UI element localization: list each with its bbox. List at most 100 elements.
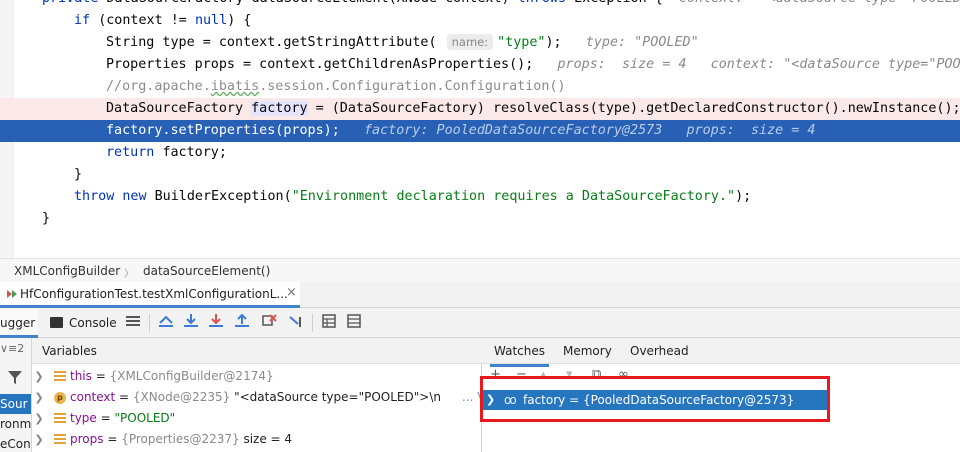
variable-type: {Properties@2237} bbox=[121, 432, 240, 446]
run-to-cursor-icon[interactable] bbox=[287, 314, 305, 332]
breadcrumb-class[interactable]: XMLConfigBuilder bbox=[14, 264, 120, 278]
code-line[interactable]: factory.setProperties(props); factory: P… bbox=[0, 120, 960, 142]
code-line[interactable]: } bbox=[0, 208, 960, 230]
run-config-tab[interactable]: HfConfigurationTest.testXmlConfiguration… bbox=[0, 282, 300, 308]
code-token: } bbox=[74, 167, 83, 182]
code-token: if bbox=[74, 13, 99, 28]
watches-tab-bar: Watches Memory Overhead bbox=[482, 338, 960, 367]
code-token: throw new bbox=[74, 189, 155, 204]
code-line[interactable]: return factory; bbox=[0, 142, 960, 164]
code-token: "Environment declaration requires a Data… bbox=[291, 189, 736, 204]
code-line[interactable]: if (context != null) { bbox=[0, 10, 960, 32]
variable-row[interactable]: ❯ p context = {XNode@2235} "<dataSource ty… bbox=[32, 387, 506, 408]
code-token: ibatis bbox=[210, 79, 260, 94]
variable-row[interactable]: ❯ props = {Properties@2237} size = 4 bbox=[32, 429, 482, 450]
code-token: (context != bbox=[98, 13, 195, 28]
code-token: ) { bbox=[227, 13, 252, 28]
menu-icon[interactable] bbox=[124, 314, 142, 332]
code-token: throws bbox=[518, 0, 574, 6]
trace-current-stream-icon[interactable] bbox=[345, 314, 363, 332]
frames-header[interactable]: ∨≡2 bbox=[0, 342, 24, 355]
expand-arrow-icon[interactable]: ❯ bbox=[32, 366, 46, 387]
code-line[interactable]: private DataSourceFactory dataSourceElem… bbox=[0, 0, 960, 10]
variables-header: Variables bbox=[32, 338, 482, 364]
code-token: return bbox=[106, 145, 163, 160]
run-config-label: HfConfigurationTest.testXmlConfiguration… bbox=[20, 287, 288, 301]
code-editor[interactable]: private DataSourceFactory dataSourceElem… bbox=[0, 0, 960, 258]
evaluate-expression-icon[interactable] bbox=[320, 314, 338, 332]
variable-text: type = "POOLED" bbox=[70, 408, 175, 429]
field-icon bbox=[54, 434, 66, 444]
tab-debugger-label: ugger bbox=[0, 316, 36, 330]
breadcrumb-method[interactable]: dataSourceElement() bbox=[143, 264, 270, 278]
expand-arrow-icon[interactable]: ❯ bbox=[32, 408, 46, 429]
variable-value: "POOLED" bbox=[114, 411, 176, 425]
close-tab-icon[interactable]: × bbox=[286, 285, 297, 300]
inline-debug-value: factory: PooledDataSourceFactory@2573 pr… bbox=[363, 123, 816, 138]
code-token: BuilderException( bbox=[154, 189, 292, 204]
variable-type: {XNode@2235} bbox=[132, 390, 231, 404]
debug-toolbar: ugger Console bbox=[0, 308, 960, 338]
code-token: .session.Configuration.Configuration() bbox=[259, 79, 566, 94]
variable-value: size = 4 bbox=[239, 432, 293, 446]
variable-type: {XMLConfigBuilder@2174} bbox=[109, 369, 274, 383]
code-token: null bbox=[194, 13, 228, 28]
variable-name: this bbox=[70, 369, 92, 383]
code-line[interactable]: throw new BuilderException("Environment … bbox=[0, 186, 960, 208]
variable-row[interactable]: ❯ this = {XMLConfigBuilder@2174} bbox=[32, 366, 482, 387]
code-token: "type" bbox=[497, 35, 546, 50]
tab-console[interactable]: Console bbox=[50, 316, 117, 330]
filter-icon[interactable] bbox=[6, 369, 24, 385]
code-line[interactable]: } bbox=[0, 164, 960, 186]
step-into-icon[interactable] bbox=[207, 314, 225, 332]
watches-panel: Watches Memory Overhead + − ▴ ▾ ⧉ ∞ ❯ oo factor… bbox=[480, 338, 960, 452]
drop-frame-icon[interactable] bbox=[260, 314, 278, 332]
code-line[interactable]: //org.apache.ibatis.session.Configuratio… bbox=[0, 76, 960, 98]
step-over-icon[interactable] bbox=[182, 314, 200, 332]
variables-title: Variables bbox=[42, 344, 97, 358]
code-token: //org.apache. bbox=[106, 79, 211, 94]
code-token: String type = context.getStringAttribute… bbox=[106, 35, 445, 50]
variable-eq: = bbox=[91, 369, 110, 383]
tab-memory[interactable]: Memory bbox=[563, 344, 612, 358]
show-execution-point-icon[interactable] bbox=[157, 314, 175, 332]
code-line[interactable]: String type = context.getStringAttribute… bbox=[0, 32, 960, 54]
variables-panel: Variables ❯ this = {XMLConfigBuilder@2174… bbox=[32, 338, 506, 452]
code-token: factory; bbox=[162, 145, 227, 160]
code-line[interactable]: DataSourceFactory factory = (DataSourceF… bbox=[0, 98, 960, 120]
variable-value: "<dataSource type="POOLED">\n bbox=[230, 390, 441, 404]
expand-arrow-icon[interactable]: ❯ bbox=[32, 387, 46, 408]
expand-arrow-icon[interactable]: ❯ bbox=[32, 429, 46, 450]
parameter-icon: p bbox=[54, 392, 66, 404]
inline-debug-value: type: "POOLED" bbox=[585, 35, 699, 50]
frame-item[interactable]: Sour bbox=[0, 394, 31, 414]
code-token: ); bbox=[735, 189, 752, 204]
code-token: factory.setProperties(props); bbox=[106, 123, 364, 138]
parameter-hint: name: bbox=[446, 34, 494, 50]
frames-panel: ∨≡2 Sour ronm eCon bbox=[0, 338, 32, 452]
variable-row[interactable]: ❯ type = "POOLED" bbox=[32, 408, 482, 429]
tab-debugger[interactable]: ugger bbox=[0, 308, 38, 338]
field-icon bbox=[54, 371, 66, 381]
code-line[interactable]: Properties props = context.getChildrenAs… bbox=[0, 54, 960, 76]
variable-text: context = {XNode@2235} "<dataSource type… bbox=[70, 387, 441, 408]
tab-overhead[interactable]: Overhead bbox=[630, 344, 689, 358]
run-config-icon bbox=[7, 290, 17, 298]
code-token: DataSourceFactory dataSourceElement(XNod… bbox=[107, 0, 518, 6]
run-tab-bar: HfConfigurationTest.testXmlConfiguration… bbox=[0, 282, 960, 308]
tab-watches[interactable]: Watches bbox=[490, 344, 549, 367]
inline-debug-value: context: "<dataSource type="POOLED"> bbox=[679, 0, 960, 6]
variable-eq: = bbox=[115, 390, 133, 404]
frame-item[interactable]: eCon bbox=[0, 434, 31, 452]
variable-name: props bbox=[70, 432, 104, 446]
console-icon bbox=[50, 317, 63, 328]
code-token: DataSourceFactory bbox=[106, 101, 252, 116]
frame-item[interactable]: ronm bbox=[0, 414, 31, 434]
code-token: } bbox=[42, 211, 51, 226]
code-token: Properties props = context.getChildrenAs… bbox=[106, 57, 558, 72]
step-out-icon[interactable] bbox=[233, 313, 251, 332]
variable-name: type bbox=[70, 411, 97, 425]
code-token: Exception { bbox=[574, 0, 679, 6]
breadcrumb-separator: 〉 bbox=[124, 269, 134, 280]
code-token: ); bbox=[545, 35, 586, 50]
